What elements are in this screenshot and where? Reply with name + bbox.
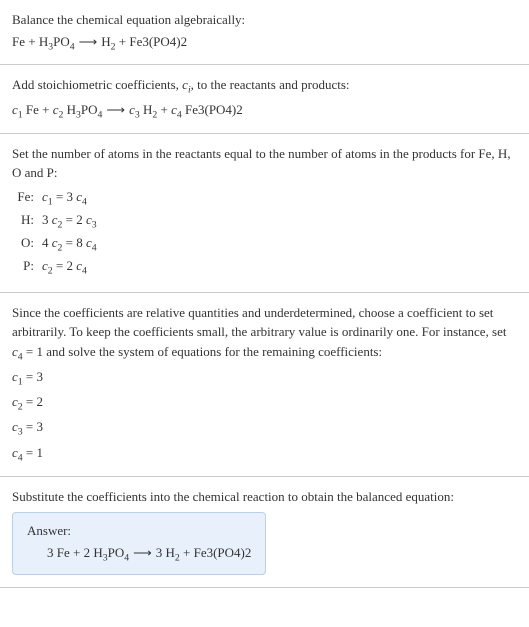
atom-label: O: (12, 233, 42, 256)
eq-sub: 4 (98, 110, 103, 121)
coef-equation: c1 Fe + c2 H3PO4 ⟶ c3 H2 + c4 Fe3(PO4)2 (12, 102, 517, 121)
eq-text: = 2 (23, 394, 43, 409)
eq-text: = 3 (23, 369, 43, 384)
eq-text: + (157, 102, 171, 117)
eq-sub: 4 (124, 553, 129, 564)
atom-table: Fe: c1 = 3 c4 H: 3 c2 = 2 c3 O: 4 c2 = 8… (12, 187, 517, 280)
solution-row: c1 = 3 (12, 367, 517, 390)
coef-sub: 4 (82, 266, 87, 277)
eq-text: H (140, 102, 153, 117)
eq-text: PO (108, 545, 125, 560)
unbalanced-equation: Fe + H3PO4 ⟶ H2 + Fe3(PO4)2 (12, 34, 517, 53)
arrow-icon: ⟶ (133, 545, 152, 561)
section-atom-balance: Set the number of atoms in the reactants… (0, 134, 529, 293)
arrow-icon: ⟶ (106, 102, 125, 118)
coef-sub: 3 (92, 220, 97, 231)
atom-row-h: H: 3 c2 = 2 c3 (12, 210, 517, 233)
text: Add stoichiometric coefficients, (12, 77, 182, 92)
answer-box: Answer: 3 Fe + 2 H3PO4 ⟶ 3 H2 + Fe3(PO4)… (12, 512, 266, 575)
section-solve: Since the coefficients are relative quan… (0, 293, 529, 477)
eq-text: = 1 (23, 445, 43, 460)
coef-sub: 4 (82, 197, 87, 208)
eq-text: + Fe3(PO4)2 (116, 34, 188, 49)
eq-text: 3 (42, 212, 52, 227)
balanced-equation: 3 Fe + 2 H3PO4 ⟶ 3 H2 + Fe3(PO4)2 (27, 545, 251, 564)
atom-label: P: (12, 256, 42, 279)
section-coefficients: Add stoichiometric coefficients, ci, to … (0, 65, 529, 134)
eq-text: 4 (42, 235, 52, 250)
solution-row: c3 = 3 (12, 417, 517, 440)
eq-text: 3 H (156, 545, 175, 560)
eq-text: = 3 (53, 189, 77, 204)
eq-text: PO (53, 34, 70, 49)
eq-text: + Fe3(PO4)2 (180, 545, 252, 560)
eq-sub: 4 (70, 41, 75, 52)
coef-sub: 4 (92, 243, 97, 254)
atom-eq: c1 = 3 c4 (42, 187, 87, 210)
section-problem: Balance the chemical equation algebraica… (0, 0, 529, 65)
atom-eq: 3 c2 = 2 c3 (42, 210, 97, 233)
eq-text: = 2 (53, 258, 77, 273)
text: = 1 and solve the system of equations fo… (23, 344, 382, 359)
atom-row-fe: Fe: c1 = 3 c4 (12, 187, 517, 210)
coef-intro: Add stoichiometric coefficients, ci, to … (12, 75, 517, 98)
atom-row-p: P: c2 = 2 c4 (12, 256, 517, 279)
eq-text: 3 Fe + 2 H (47, 545, 103, 560)
eq-text: H (101, 34, 110, 49)
eq-text: Fe3(PO4)2 (182, 102, 243, 117)
atom-row-o: O: 4 c2 = 8 c4 (12, 233, 517, 256)
eq-text: PO (81, 102, 98, 117)
eq-text: = 2 (62, 212, 86, 227)
solution-row: c4 = 1 (12, 443, 517, 466)
balance-intro: Set the number of atoms in the reactants… (12, 144, 517, 183)
arrow-icon: ⟶ (79, 34, 98, 50)
section-answer: Substitute the coefficients into the che… (0, 477, 529, 588)
problem-intro: Balance the chemical equation algebraica… (12, 10, 517, 30)
eq-text: = 3 (23, 419, 43, 434)
solve-intro: Since the coefficients are relative quan… (12, 303, 517, 365)
eq-text: Fe + (23, 102, 53, 117)
text: Since the coefficients are relative quan… (12, 305, 507, 340)
answer-intro: Substitute the coefficients into the che… (12, 487, 517, 507)
atom-eq: 4 c2 = 8 c4 (42, 233, 97, 256)
atom-eq: c2 = 2 c4 (42, 256, 87, 279)
atom-label: H: (12, 210, 42, 233)
atom-label: Fe: (12, 187, 42, 210)
eq-text: H (63, 102, 76, 117)
answer-label: Answer: (27, 523, 251, 539)
solution-row: c2 = 2 (12, 392, 517, 415)
eq-text: Fe + H (12, 34, 48, 49)
text: , to the reactants and products: (191, 77, 350, 92)
eq-text: = 8 (62, 235, 86, 250)
